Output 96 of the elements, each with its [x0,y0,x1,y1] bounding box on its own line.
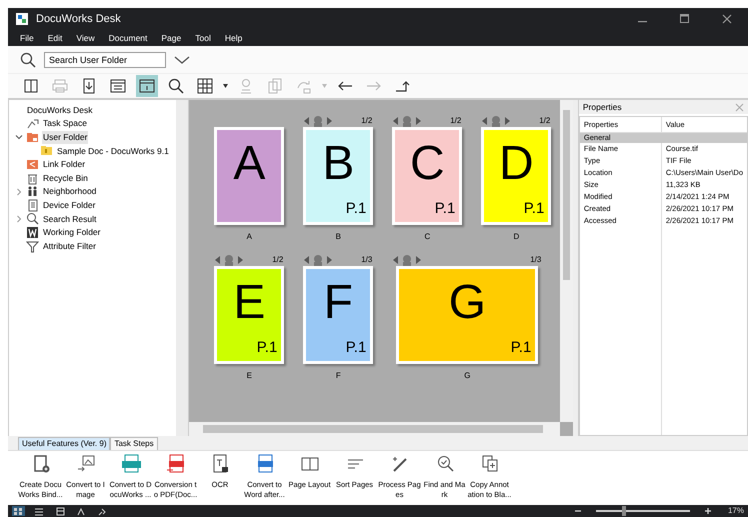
document-caption: A [246,231,252,243]
clip-icon[interactable] [482,115,510,127]
vertical-scrollbar[interactable] [560,100,573,422]
clip-icon[interactable] [393,115,422,127]
page-count: 1/2 [361,115,372,127]
chevron-right-icon[interactable] [15,214,23,223]
tree-item[interactable]: User Folder [42,131,88,144]
window-icon [110,78,126,94]
maximize-icon[interactable] [680,14,690,24]
document-thumbnail[interactable]: A [214,127,284,225]
document-thumbnail[interactable]: G P.1 [396,266,538,364]
page-count: 1/3 [530,254,542,266]
convert-icon [296,78,312,94]
tree-item[interactable]: Device Folder [42,198,96,212]
document-thumbnail[interactable]: C P.1 [392,127,462,225]
tree-item[interactable]: Link Folder [42,158,86,171]
thumbnail-view-icon [14,506,23,516]
menu-item[interactable]: View [76,32,95,44]
document-caption: B [336,231,341,243]
chevron-right-icon[interactable] [15,188,23,196]
download-icon [81,78,97,94]
dropdown-arrow-icon[interactable] [223,84,228,88]
tree-root[interactable]: DocuWorks Desk [27,104,92,117]
document-thumbnail[interactable]: B P.1 [303,127,374,225]
clip-icon[interactable] [304,115,332,127]
letter-w-icon [26,226,39,240]
chevron-down-icon[interactable] [174,54,190,64]
folder-icon [40,144,53,158]
panel-icon [23,78,39,94]
menu-item[interactable]: Edit [48,32,62,44]
document-caption: C [424,231,430,243]
clip-icon[interactable] [304,254,332,266]
tree-item[interactable]: Working Folder [42,226,102,239]
device-icon [26,198,39,212]
stamp-icon [238,78,254,94]
tab[interactable]: Task Steps [110,437,158,450]
document-caption: G [464,370,470,382]
toolbar-button[interactable] [136,75,158,97]
pages-icon [267,78,283,94]
page-count: 1/2 [272,254,284,266]
detail-view-icon [56,506,65,516]
document-thumbnail[interactable]: E P.1 [214,266,284,364]
search-field[interactable]: Search User Folder [44,52,166,68]
tree-item[interactable]: Task Space [42,117,88,130]
page-count: 1/3 [361,254,372,266]
document-thumbnail[interactable]: F P.1 [303,266,374,364]
search-icon [168,78,184,94]
menu-item[interactable]: File [20,32,34,44]
tree-item[interactable]: Sample Doc - DocuWorks 9.1 [56,144,170,158]
image-convert-icon [76,454,96,474]
menu-item[interactable]: Page [161,32,182,44]
page-count: 1/2 [539,115,550,127]
printer-icon [52,78,68,94]
menu-item[interactable]: Tool [195,32,211,44]
xdw-file-icon [120,454,140,474]
chevron-down-icon[interactable] [15,133,23,142]
document-thumbnail[interactable]: D P.1 [481,127,552,225]
pdf-file-icon [166,454,186,474]
document-caption: D [513,231,520,243]
tab[interactable]: Useful Features (Ver. 9) [18,437,110,450]
grid-icon [197,78,213,94]
list-view-icon [35,506,44,516]
zoom-percentage: 17% [728,505,744,517]
chart-view-icon [77,506,86,516]
menu-item[interactable]: Help [224,32,242,44]
clip-icon[interactable] [393,254,422,266]
page-count: 1/2 [450,115,462,127]
scrollbar[interactable] [176,100,188,436]
slider-thumb[interactable] [622,506,626,516]
document-caption: E [246,370,252,382]
pin-icon [98,506,107,516]
folder-icon [26,130,39,144]
window-icon [139,78,155,94]
search-icon[interactable] [20,52,36,68]
view-button[interactable] [33,506,46,516]
close-icon[interactable] [722,14,732,24]
filter-icon [26,240,39,253]
view-button[interactable] [12,506,25,516]
share-folder-icon [26,158,39,172]
document-caption: F [336,370,341,382]
tree-item[interactable]: Search Result [42,212,98,226]
trash-icon [26,172,39,185]
people-icon [26,185,39,198]
menu-item[interactable]: Document [108,32,148,44]
search-icon [26,212,39,226]
tree-item[interactable]: Recycle Bin [42,172,89,185]
window-title: DocuWorks Desk [36,12,121,27]
tree-item[interactable]: Attribute Filter [42,240,97,253]
copy-annotation-icon [480,454,500,474]
tree-item[interactable]: Neighborhood [42,185,98,198]
clip-icon[interactable] [215,254,244,266]
zoom-in-icon[interactable] [704,507,712,515]
app-logo-icon [16,13,28,25]
panel-title: Properties [582,100,622,114]
horizontal-scrollbar[interactable] [189,422,560,436]
view-button[interactable] [54,506,67,516]
